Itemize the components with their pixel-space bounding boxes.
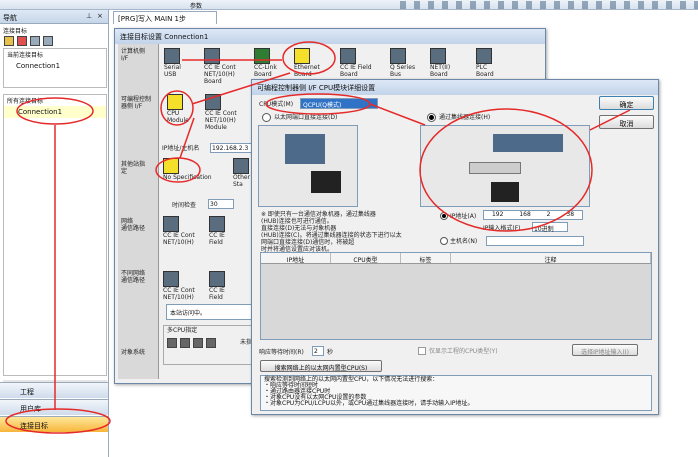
annotation-ellipse-nospec: [155, 157, 201, 183]
annotation-ellipse-nav: [5, 408, 111, 434]
annotation-ellipse-hub: [419, 108, 593, 232]
annotation-ellipse-cpumode: [265, 93, 371, 115]
annotation-layer: [5, 41, 631, 434]
annotation-arrow-cpu: [191, 72, 291, 105]
annotation-arrow-ok: [589, 109, 631, 131]
annotation-ellipse-ethernet: [282, 41, 336, 75]
annotation-ellipse-connection: [16, 97, 94, 125]
annotation-ellipse-cpu: [160, 90, 194, 126]
annotation-arrow-hub: [369, 103, 426, 126]
